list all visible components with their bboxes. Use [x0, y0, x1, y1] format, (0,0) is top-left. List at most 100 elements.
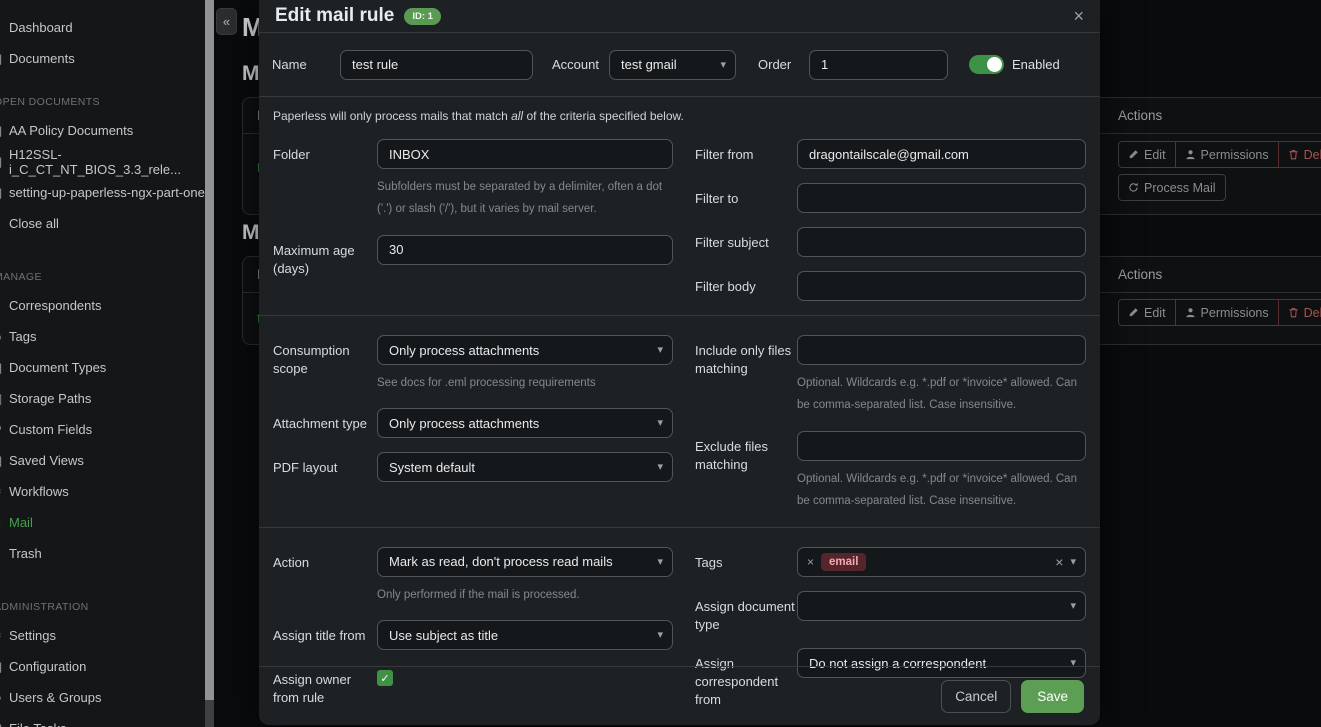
enabled-label: Enabled	[1012, 57, 1060, 72]
assign-doc-type-select[interactable]: ▾	[797, 591, 1086, 621]
scrollbar-thumb[interactable]	[205, 0, 214, 700]
sidebar-item-label: Tags	[9, 329, 36, 344]
button-label: Delete	[1304, 306, 1321, 320]
select-value: Use subject as title	[389, 628, 498, 643]
sidebar-item-custom-fields[interactable]: ⚒ Custom Fields	[0, 414, 205, 445]
max-age-input[interactable]	[377, 235, 673, 265]
sidebar-item-label: Document Types	[9, 360, 106, 375]
criteria-note: Paperless will only process mails that m…	[259, 97, 1100, 133]
folder-input[interactable]	[377, 139, 673, 169]
sidebar-item-mail[interactable]: ✉ Mail	[0, 507, 205, 538]
sidebar-scrollbar[interactable]	[205, 0, 214, 727]
sidebar-item-documents[interactable]: ▤ Documents	[0, 43, 205, 74]
delete-button[interactable]: Delete	[1278, 141, 1321, 168]
sidebar-item-saved-views[interactable]: ▦ Saved Views	[0, 445, 205, 476]
exclude-files-hint: Optional. Wildcards e.g. *.pdf or *invoi…	[797, 468, 1086, 513]
order-label: Order	[758, 57, 809, 72]
save-button[interactable]: Save	[1021, 680, 1084, 713]
tag-chip: email	[821, 553, 866, 571]
sidebar-item-label: Users & Groups	[9, 690, 101, 705]
sidebar-item-workflows[interactable]: ⚙ Workflows	[0, 476, 205, 507]
filter-to-label: Filter to	[695, 183, 797, 213]
person-icon	[1185, 149, 1196, 160]
document-icon: ▤	[0, 185, 5, 201]
workflows-icon: ⚙	[0, 484, 5, 500]
sidebar-item-label: Workflows	[9, 484, 69, 499]
trash-icon	[1288, 149, 1299, 160]
open-doc-label: setting-up-paperless-ngx-part-one	[9, 185, 205, 200]
close-icon[interactable]: ×	[1073, 7, 1084, 25]
sidebar-item-configuration[interactable]: ▧ Configuration	[0, 651, 205, 682]
chevron-down-icon: ▾	[657, 555, 663, 568]
filter-body-input[interactable]	[797, 271, 1086, 301]
sidebar-item-dashboard[interactable]: ⌂ Dashboard	[0, 12, 205, 43]
select-value: System default	[389, 460, 475, 475]
cancel-button[interactable]: Cancel	[941, 680, 1011, 713]
pdf-layout-select[interactable]: System default ▾	[377, 452, 673, 482]
criteria-text: of the criteria specified below.	[523, 109, 684, 123]
filter-to-input[interactable]	[797, 183, 1086, 213]
sidebar-item-label: Settings	[9, 628, 56, 643]
divider	[259, 315, 1100, 316]
select-value: Mark as read, don't process read mails	[389, 554, 613, 569]
exclude-files-label: Exclude files matching	[695, 431, 797, 513]
attachment-type-label: Attachment type	[273, 408, 377, 438]
exclude-files-input[interactable]	[797, 431, 1086, 461]
chevron-down-icon[interactable]: ▾	[1070, 555, 1076, 568]
sidebar-item-document-types[interactable]: ▤ Document Types	[0, 352, 205, 383]
close-all-label: Close all	[9, 216, 59, 231]
sidebar-collapse-button[interactable]: «	[216, 8, 237, 35]
clear-icon[interactable]: ×	[1055, 554, 1063, 570]
attachment-type-select[interactable]: Only process attachments ▾	[377, 408, 673, 438]
permissions-button[interactable]: Permissions	[1175, 299, 1279, 326]
close-all-icon: ×	[0, 216, 5, 232]
sidebar-item-label: Configuration	[9, 659, 86, 674]
process-mail-button[interactable]: Process Mail	[1118, 174, 1226, 201]
permissions-button[interactable]: Permissions	[1175, 141, 1279, 168]
folder-hint: Subfolders must be separated by a delimi…	[377, 176, 673, 221]
assign-title-select[interactable]: Use subject as title ▾	[377, 620, 673, 650]
open-doc-label: AA Policy Documents	[9, 123, 133, 138]
sidebar-item-users-groups[interactable]: ☺ Users & Groups	[0, 682, 205, 713]
account-select[interactable]: test gmail ▾	[609, 50, 736, 80]
id-badge: ID: 1	[404, 8, 441, 25]
sidebar-item-file-tasks[interactable]: ▤ File Tasks	[0, 713, 205, 727]
edit-button[interactable]: Edit	[1118, 299, 1176, 326]
button-label: Edit	[1144, 306, 1166, 320]
sidebar-item-correspondents[interactable]: ◔ Correspondents	[0, 290, 205, 321]
include-files-input[interactable]	[797, 335, 1086, 365]
action-select[interactable]: Mark as read, don't process read mails ▾	[377, 547, 673, 577]
assign-title-label: Assign title from	[273, 620, 377, 650]
sidebar-item-tags[interactable]: ◎ Tags	[0, 321, 205, 352]
filter-subject-input[interactable]	[797, 227, 1086, 257]
document-icon: ▤	[0, 123, 5, 139]
sidebar-open-doc-1[interactable]: ▤ AA Policy Documents	[0, 115, 205, 146]
name-input[interactable]	[340, 50, 533, 80]
column-header-actions: Actions	[1118, 108, 1162, 123]
open-doc-label: H12SSL-i_C_CT_NT_BIOS_3.3_rele...	[9, 147, 205, 177]
edit-button[interactable]: Edit	[1118, 141, 1176, 168]
sidebar-item-trash[interactable]: ▯ Trash	[0, 538, 205, 569]
criteria-italic: all	[511, 109, 523, 123]
sidebar-open-doc-2[interactable]: ▤ H12SSL-i_C_CT_NT_BIOS_3.3_rele...	[0, 146, 205, 177]
tags-multiselect[interactable]: × email × ▾	[797, 547, 1086, 577]
correspondents-icon: ◔	[0, 298, 5, 314]
delete-button[interactable]: Delete	[1278, 299, 1321, 326]
chip-remove-icon[interactable]: ×	[807, 555, 814, 569]
enabled-toggle[interactable]	[969, 55, 1004, 74]
document-icon: ▤	[0, 154, 5, 170]
order-input[interactable]	[809, 50, 948, 80]
sidebar-item-close-all[interactable]: × Close all	[0, 208, 205, 239]
sidebar-open-doc-3[interactable]: ▤ setting-up-paperless-ngx-part-one	[0, 177, 205, 208]
sidebar-item-storage-paths[interactable]: ▥ Storage Paths	[0, 383, 205, 414]
button-label: Process Mail	[1144, 181, 1216, 195]
action-hint: Only performed if the mail is processed.	[377, 584, 673, 606]
consumption-scope-label: Consumption scope	[273, 335, 377, 394]
filter-from-input[interactable]	[797, 139, 1086, 169]
dashboard-icon: ⌂	[0, 20, 5, 36]
manage-header: MANAGE	[0, 269, 205, 284]
users-icon: ☺	[0, 690, 5, 706]
sidebar-item-settings[interactable]: ⚙ Settings	[0, 620, 205, 651]
consumption-scope-select[interactable]: Only process attachments ▾	[377, 335, 673, 365]
document-types-icon: ▤	[0, 360, 5, 376]
